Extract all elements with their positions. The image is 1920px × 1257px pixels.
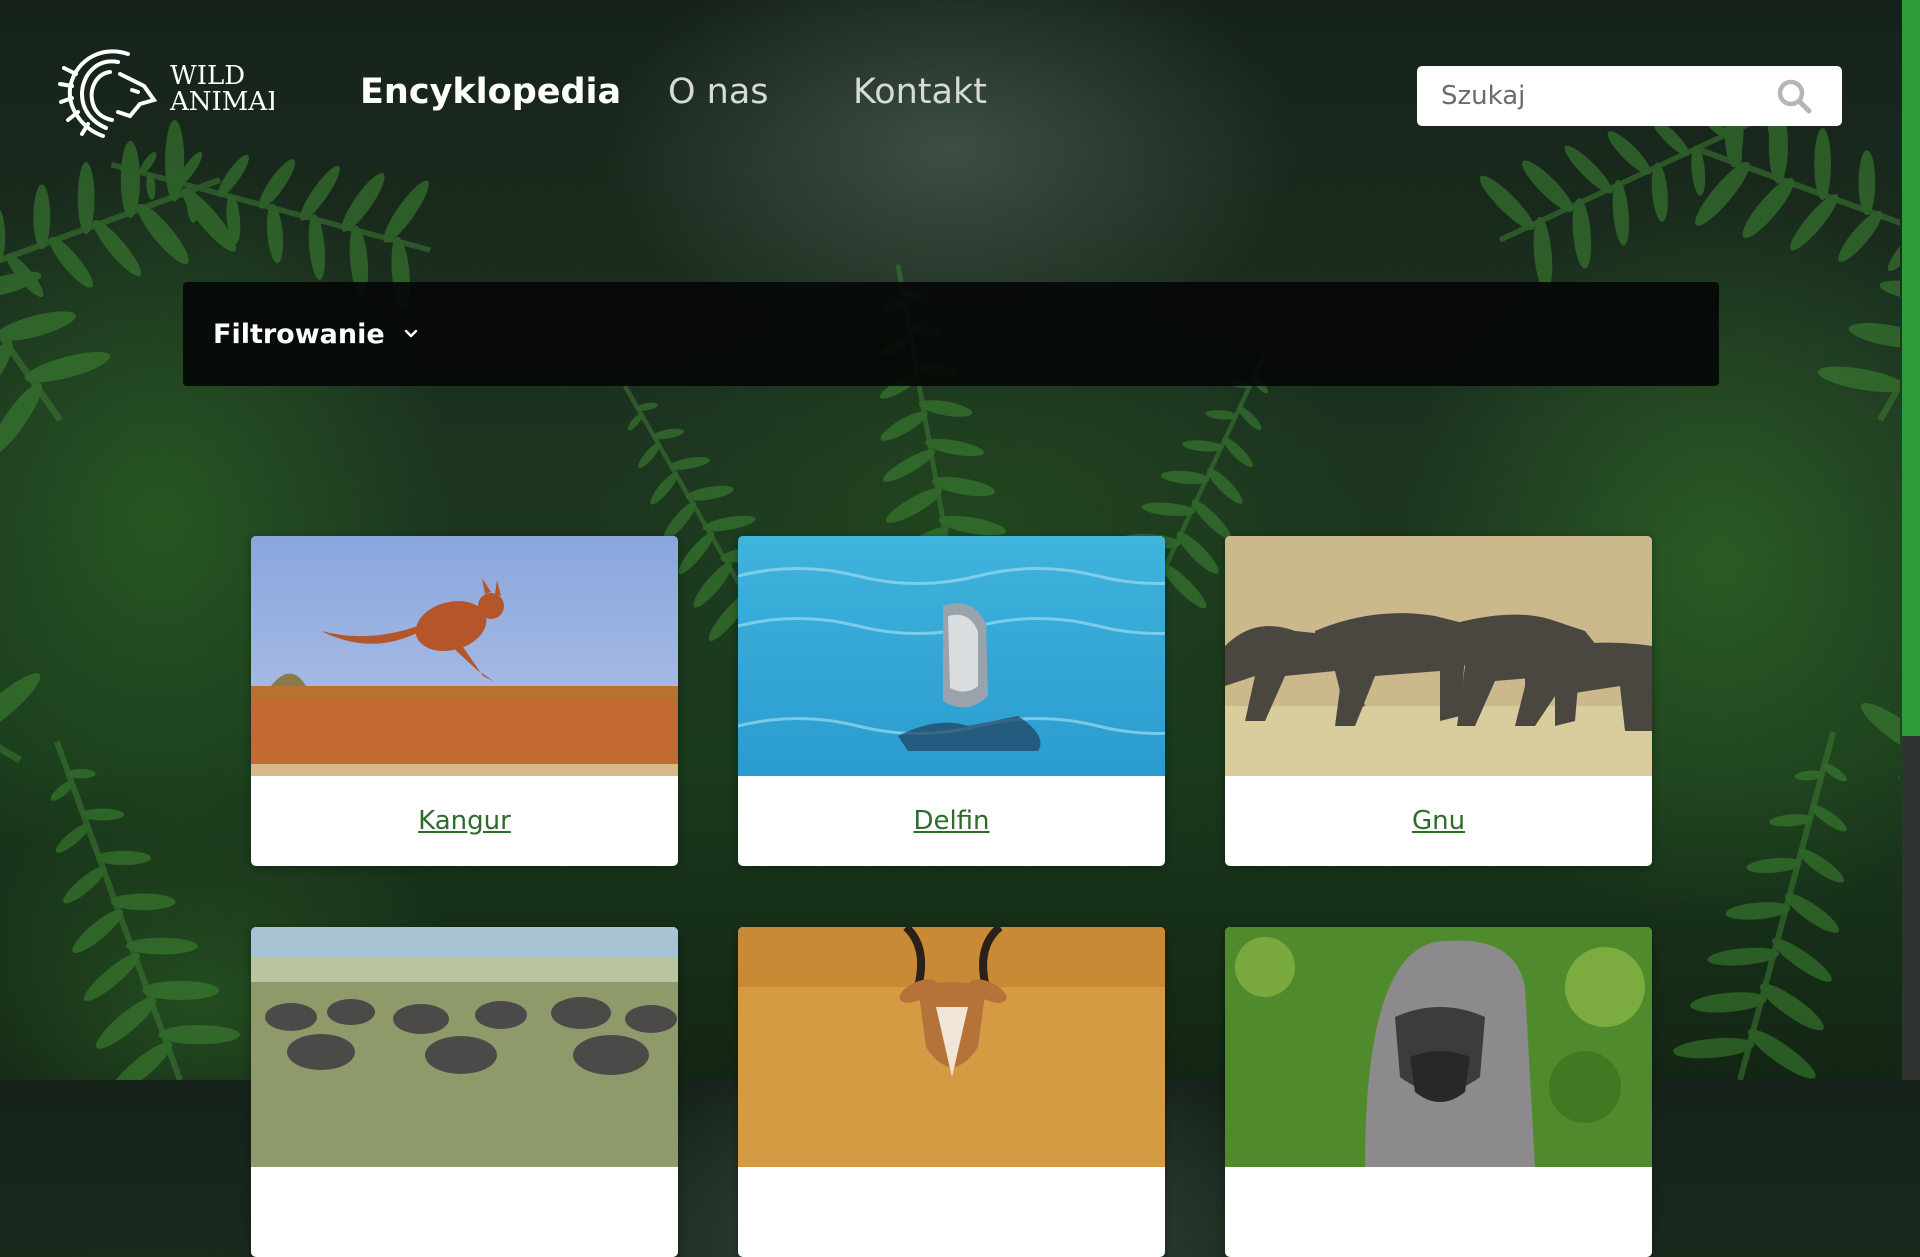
springbok-image <box>738 927 1165 1167</box>
animal-link-gnu[interactable]: Gnu <box>1412 806 1465 836</box>
filter-toggle[interactable]: Filtrowanie <box>213 282 419 386</box>
lion-logo-icon <box>58 49 158 138</box>
kangaroo-image <box>251 536 678 776</box>
nav-item-o-nas[interactable]: O nas <box>668 72 769 112</box>
nav-item-encyklopedia[interactable]: Encyklopedia <box>360 72 621 112</box>
filter-label: Filtrowanie <box>213 318 385 350</box>
animal-card-gnu[interactable]: Gnu <box>1225 536 1652 866</box>
animal-card-4[interactable] <box>251 927 678 1257</box>
dolphin-image <box>738 536 1165 776</box>
logo-text-line2: ANIMAI <box>170 87 274 117</box>
nav-item-kontakt[interactable]: Kontakt <box>853 72 987 112</box>
buffalo-herd-image <box>251 927 678 1167</box>
logo-text-line1: WILD <box>170 61 246 91</box>
animal-link-delfin[interactable]: Delfin <box>913 806 989 836</box>
scrollbar-thumb[interactable] <box>1902 0 1920 736</box>
site-logo[interactable]: WILD ANIMAI <box>58 34 274 144</box>
gorilla-image <box>1225 927 1652 1167</box>
animal-card-5[interactable] <box>738 927 1165 1257</box>
search-input[interactable] <box>1417 80 1773 112</box>
search-box <box>1417 66 1842 126</box>
animal-card-kangur[interactable]: Kangur <box>251 536 678 866</box>
animal-card-delfin[interactable]: Delfin <box>738 536 1165 866</box>
animal-card-6[interactable] <box>1225 927 1652 1257</box>
filter-panel: Filtrowanie <box>183 282 1719 386</box>
animal-link-kangur[interactable]: Kangur <box>418 806 511 836</box>
wildebeest-image <box>1225 536 1652 776</box>
chevron-down-icon <box>404 329 417 338</box>
search-icon[interactable] <box>1776 78 1812 114</box>
